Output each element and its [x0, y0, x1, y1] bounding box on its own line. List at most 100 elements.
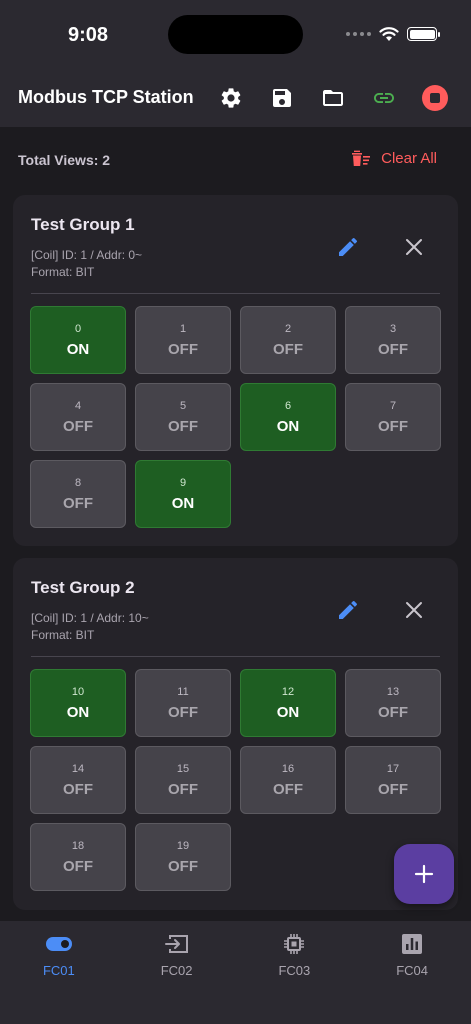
gear-icon	[221, 88, 240, 108]
status-time: 9:08	[68, 24, 109, 46]
status-bar: 9:08	[0, 0, 471, 70]
coil-address: 19	[176, 839, 190, 852]
nav-item-fc02[interactable]: FC02	[118, 921, 236, 1024]
nav-item-fc04[interactable]: FC04	[353, 921, 471, 1024]
coil-address: 11	[177, 685, 189, 698]
coil-state: ON	[66, 340, 90, 358]
coil-grid: 10 ON 11 OFF 12 ON 13 OFF 14 OFF 15 OFF 16 OFF …	[30, 669, 441, 891]
close-icon	[406, 239, 422, 255]
coil-state: OFF	[168, 417, 198, 435]
toggle-icon	[45, 933, 72, 955]
group-address: [Coil] ID: 1 / Addr: 10~	[31, 611, 149, 625]
coil-cell[interactable]: 3 OFF	[345, 306, 441, 374]
app-bar: Modbus TCP Station	[0, 70, 471, 127]
status-icons	[346, 26, 440, 42]
remove-group-button[interactable]	[404, 600, 424, 620]
coil-cell[interactable]: 18 OFF	[30, 823, 126, 891]
close-icon	[406, 602, 422, 618]
group-card: Test Group 2 [Coil] ID: 1 / Addr: 10~ Fo…	[13, 558, 458, 910]
group-format: Format: BIT	[31, 628, 95, 642]
group-info: [Coil] ID: 1 / Addr: 0~ Format: BIT	[31, 247, 142, 281]
save-button[interactable]	[265, 84, 298, 112]
coil-state: OFF	[273, 340, 303, 358]
edit-group-button[interactable]	[336, 598, 360, 622]
stop-button[interactable]	[418, 84, 451, 112]
pencil-icon	[339, 600, 358, 619]
coil-state: ON	[171, 494, 195, 512]
coil-state: OFF	[378, 417, 408, 435]
edit-group-button[interactable]	[336, 235, 360, 259]
group-address: [Coil] ID: 1 / Addr: 0~	[31, 248, 143, 262]
nav-item-fc01[interactable]: FC01	[0, 921, 118, 1024]
coil-address: 12	[281, 685, 295, 698]
nav-item-fc03[interactable]: FC03	[236, 921, 354, 1024]
clear-all-label: Clear All	[381, 149, 437, 167]
coil-address: 18	[71, 839, 85, 852]
coil-state: ON	[276, 703, 300, 721]
coil-cell[interactable]: 2 OFF	[240, 306, 336, 374]
coil-cell[interactable]: 1 OFF	[135, 306, 231, 374]
coil-cell[interactable]: 17 OFF	[345, 746, 441, 814]
coil-address: 13	[386, 685, 400, 698]
coil-address: 16	[281, 762, 295, 775]
open-folder-button[interactable]	[316, 84, 349, 112]
cellular-signal-icon	[346, 32, 371, 36]
coil-cell[interactable]: 6 ON	[240, 383, 336, 451]
settings-button[interactable]	[214, 84, 247, 112]
nav-label: FC04	[396, 963, 429, 978]
group-info: [Coil] ID: 1 / Addr: 10~ Format: BIT	[31, 610, 149, 644]
clear-all-button[interactable]: Clear All	[351, 149, 437, 167]
delete-sweep-icon	[352, 150, 371, 166]
connect-button[interactable]	[367, 84, 400, 112]
pencil-icon	[339, 237, 358, 256]
nav-label: FC01	[42, 963, 75, 978]
coil-state: OFF	[168, 857, 198, 875]
coil-state: OFF	[63, 494, 93, 512]
coil-address: 17	[386, 762, 400, 775]
coil-address: 0	[74, 322, 82, 335]
input-icon	[164, 933, 190, 955]
dynamic-island	[168, 15, 303, 54]
link-icon	[373, 93, 394, 103]
coil-cell[interactable]: 16 OFF	[240, 746, 336, 814]
coil-cell[interactable]: 4 OFF	[30, 383, 126, 451]
chip-icon	[281, 933, 307, 955]
chart-box-icon	[399, 933, 425, 955]
group-title: Test Group 1	[31, 215, 135, 234]
coil-state: OFF	[378, 780, 408, 798]
coil-address: 1	[179, 322, 187, 335]
folder-icon	[322, 90, 343, 106]
coil-cell[interactable]: 13 OFF	[345, 669, 441, 737]
coil-cell[interactable]: 8 OFF	[30, 460, 126, 528]
battery-icon	[407, 27, 440, 41]
coil-cell[interactable]: 7 OFF	[345, 383, 441, 451]
app-actions	[214, 84, 451, 112]
coil-cell[interactable]: 14 OFF	[30, 746, 126, 814]
bottom-nav: FC01 FC02 FC03 FC04	[0, 921, 471, 1024]
save-icon	[272, 89, 291, 107]
add-group-button[interactable]	[394, 844, 454, 904]
coil-address: 5	[179, 399, 187, 412]
coil-state: OFF	[63, 417, 93, 435]
coil-address: 2	[284, 322, 292, 335]
coil-address: 10	[71, 685, 85, 698]
coil-cell[interactable]: 0 ON	[30, 306, 126, 374]
wifi-icon	[379, 27, 399, 41]
coil-address: 9	[179, 476, 187, 489]
coil-cell[interactable]: 9 ON	[135, 460, 231, 528]
coil-state: OFF	[378, 703, 408, 721]
nav-label: FC02	[160, 963, 193, 978]
coil-cell[interactable]: 15 OFF	[135, 746, 231, 814]
remove-group-button[interactable]	[404, 237, 424, 257]
coil-grid: 0 ON 1 OFF 2 OFF 3 OFF 4 OFF 5 OFF 6 ON 7 OFF 8 O…	[30, 306, 441, 528]
stop-icon	[421, 85, 448, 111]
coil-address: 14	[71, 762, 85, 775]
coil-cell[interactable]: 5 OFF	[135, 383, 231, 451]
coil-address: 15	[176, 762, 190, 775]
coil-cell[interactable]: 10 ON	[30, 669, 126, 737]
coil-cell[interactable]: 11 OFF	[135, 669, 231, 737]
coil-state: OFF	[63, 780, 93, 798]
nav-label: FC03	[278, 963, 311, 978]
coil-cell[interactable]: 12 ON	[240, 669, 336, 737]
coil-cell[interactable]: 19 OFF	[135, 823, 231, 891]
